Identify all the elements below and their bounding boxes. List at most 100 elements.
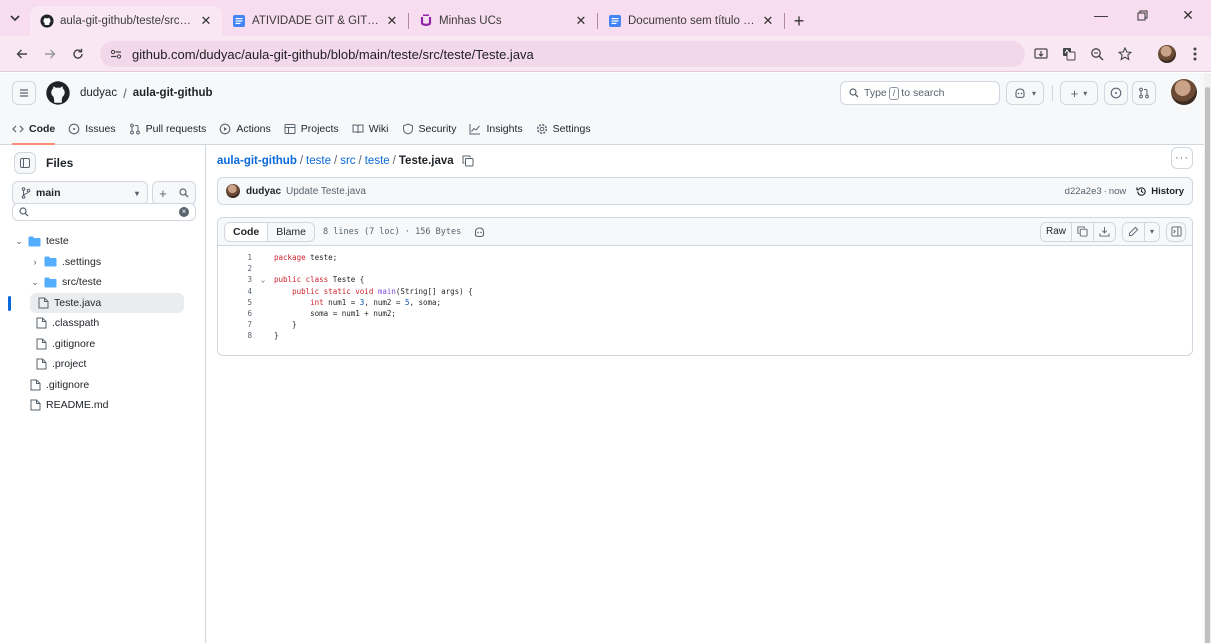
kebab-menu-icon (1193, 47, 1197, 61)
download-button[interactable] (1093, 222, 1115, 241)
line-number[interactable]: 4 (218, 287, 252, 296)
minimize-button[interactable]: — (1083, 0, 1119, 30)
tree-file-readme[interactable]: README.md (0, 395, 206, 416)
copilot-icon[interactable] (473, 226, 486, 238)
profile-button[interactable] (1153, 40, 1181, 68)
tab-code[interactable]: Code (12, 113, 56, 145)
translate-button[interactable] (1055, 40, 1083, 68)
line-number[interactable]: 8 (218, 331, 252, 340)
breadcrumb-owner[interactable]: dudyac (80, 87, 117, 99)
add-file-button[interactable]: + (159, 186, 167, 201)
tab-wiki[interactable]: Wiki (352, 113, 389, 145)
collapse-file-tree-button[interactable] (14, 152, 36, 174)
symbols-panel-button[interactable] (1166, 221, 1186, 242)
create-new-button[interactable]: + ▾ (1060, 81, 1098, 105)
commit-hash[interactable]: d22a2e3 (1065, 186, 1102, 197)
history-icon (1136, 186, 1146, 196)
tab-projects[interactable]: Projects (284, 113, 339, 145)
line-number[interactable]: 1 (218, 253, 252, 262)
code-view-button[interactable]: Code (225, 222, 269, 241)
commit-author[interactable]: dudyac (246, 186, 281, 197)
scrollbar-thumb[interactable] (1205, 87, 1210, 643)
site-settings-icon[interactable] (110, 48, 122, 60)
tree-item-label: src/teste (62, 276, 102, 289)
tree-file-classpath[interactable]: .classpath (0, 313, 206, 334)
page-scrollbar[interactable] (1204, 73, 1211, 643)
tree-file-root-gitignore[interactable]: .gitignore (0, 375, 206, 396)
close-tab-button[interactable]: ✕ (384, 13, 400, 29)
close-tab-button[interactable]: ✕ (198, 13, 214, 29)
bookmark-button[interactable] (1111, 40, 1139, 68)
path-segment-teste[interactable]: teste (306, 155, 331, 167)
tree-folder-teste[interactable]: ⌄ teste (0, 231, 206, 252)
pull-request-icon (129, 123, 140, 135)
more-options-button[interactable]: ··· (1171, 147, 1193, 169)
commit-message[interactable]: Update Teste.java (286, 186, 366, 197)
browser-tab-documento-sem-titulo[interactable]: Documento sem título - Docum ✕ (598, 6, 784, 36)
line-number[interactable]: 2 (218, 264, 252, 273)
github-search-input[interactable]: Type / to search (840, 81, 1000, 105)
github-logo-icon[interactable] (46, 81, 70, 105)
copilot-button[interactable]: ▾ (1006, 81, 1044, 105)
file-icon (36, 317, 47, 329)
reload-button[interactable] (64, 40, 92, 68)
code-line: 3 ⌄ public class Teste { (218, 274, 1192, 285)
address-bar[interactable]: github.com/dudyac/aula-git-github/blob/m… (100, 41, 1025, 67)
branch-selector[interactable]: main ▾ (12, 181, 148, 205)
forward-button[interactable] (36, 40, 64, 68)
breadcrumb-repo[interactable]: aula-git-github (133, 87, 213, 99)
line-number[interactable]: 7 (218, 320, 252, 329)
blame-view-button[interactable]: Blame (268, 223, 314, 241)
restore-button[interactable] (1124, 0, 1160, 30)
browser-tab-github[interactable]: aula-git-github/teste/src/teste/ ✕ (30, 6, 222, 36)
tree-folder-src-teste[interactable]: ⌄ src/teste (0, 272, 206, 293)
tab-search-button[interactable] (0, 0, 30, 36)
history-button[interactable]: History (1136, 186, 1184, 197)
copy-raw-button[interactable] (1071, 222, 1094, 241)
back-button[interactable] (8, 40, 36, 68)
tab-issues[interactable]: Issues (68, 113, 116, 145)
tree-file-gitignore[interactable]: .gitignore (0, 334, 206, 355)
file-filter-input[interactable]: × (12, 203, 196, 221)
tab-settings[interactable]: Settings (536, 113, 591, 145)
raw-button[interactable]: Raw (1040, 222, 1072, 241)
close-tab-button[interactable]: ✕ (573, 13, 589, 29)
tree-folder-settings[interactable]: › .settings (0, 252, 206, 273)
browser-tab-docs-atividade[interactable]: ATIVIDADE GIT & GITHUB - Doc ✕ (222, 6, 408, 36)
clear-filter-button[interactable]: × (179, 207, 189, 217)
copy-icon[interactable] (462, 155, 474, 167)
edit-file-button[interactable] (1122, 222, 1145, 241)
tab-label: Code (29, 123, 56, 135)
path-segment-src[interactable]: src (340, 155, 355, 167)
user-avatar[interactable] (1171, 79, 1197, 105)
search-icon[interactable] (179, 188, 189, 198)
zoom-button[interactable] (1083, 40, 1111, 68)
tab-pull-requests[interactable]: Pull requests (129, 113, 206, 145)
tree-file-teste-java[interactable]: Teste.java (8, 292, 184, 313)
tab-actions[interactable]: Actions (219, 113, 271, 145)
line-number[interactable]: 6 (218, 309, 252, 318)
path-segment-repo[interactable]: aula-git-github (217, 155, 297, 167)
issues-button[interactable] (1104, 81, 1128, 105)
tab-security[interactable]: Security (402, 113, 456, 145)
arrow-right-icon (45, 49, 56, 59)
browser-menu-button[interactable] (1181, 40, 1209, 68)
chevron-down-icon: ▾ (1083, 88, 1088, 98)
new-tab-button[interactable]: + (785, 6, 813, 36)
close-tab-button[interactable]: ✕ (760, 13, 776, 29)
close-window-button[interactable]: ✕ (1170, 0, 1206, 30)
fold-toggle[interactable]: ⌄ (252, 275, 274, 284)
tree-item-label: README.md (46, 399, 109, 412)
browser-tab-minhas-ucs[interactable]: Minhas UCs ✕ (409, 6, 597, 36)
path-segment-teste-pkg[interactable]: teste (365, 155, 390, 167)
tree-item-label: .classpath (52, 317, 100, 330)
open-menu-button[interactable] (12, 81, 36, 105)
tab-insights[interactable]: Insights (469, 113, 523, 145)
cast-button[interactable] (1027, 40, 1055, 68)
edit-options-button[interactable]: ▾ (1144, 222, 1159, 241)
line-number[interactable]: 5 (218, 298, 252, 307)
tree-file-project[interactable]: .project (0, 354, 206, 375)
commit-author-avatar[interactable] (226, 184, 240, 198)
line-number[interactable]: 3 (218, 275, 252, 284)
pull-requests-button[interactable] (1132, 81, 1156, 105)
